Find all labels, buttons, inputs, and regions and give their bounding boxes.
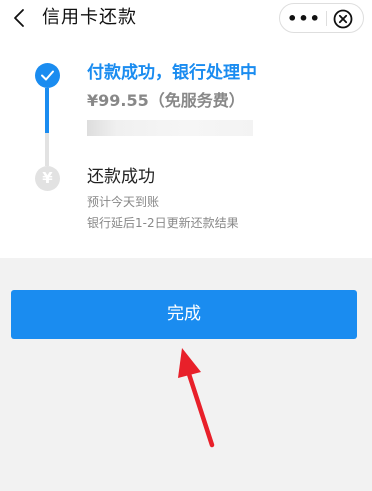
step-done-indicator — [35, 63, 60, 88]
step-repayment-note: 预计今天到账 — [87, 195, 160, 209]
chevron-left-icon — [14, 9, 24, 27]
circle-close-icon — [333, 9, 353, 29]
progress-line-pending — [45, 133, 49, 166]
more-menu-button[interactable]: ••• — [286, 4, 322, 32]
capsule-divider — [326, 11, 327, 26]
payment-amount: ¥99.55（免服务费） — [87, 91, 245, 110]
step-repayment-note: 银行延后1-2日更新还款结果 — [87, 216, 239, 230]
check-icon — [41, 70, 54, 81]
redacted-info-bar — [87, 120, 253, 136]
step-payment-title: 付款成功，银行处理中 — [87, 63, 257, 83]
annotation-arrow-icon — [178, 348, 215, 448]
back-button[interactable] — [6, 4, 32, 32]
mini-program-capsule: ••• — [279, 3, 364, 33]
close-button[interactable] — [332, 8, 354, 30]
page-title: 信用卡还款 — [42, 7, 137, 28]
progress-line-complete — [45, 88, 49, 133]
step-repayment-title: 还款成功 — [87, 167, 155, 187]
done-button[interactable]: 完成 — [11, 290, 357, 339]
yuan-icon: ¥ — [35, 166, 60, 191]
navigation-bar: 信用卡还款 ••• — [0, 0, 372, 36]
